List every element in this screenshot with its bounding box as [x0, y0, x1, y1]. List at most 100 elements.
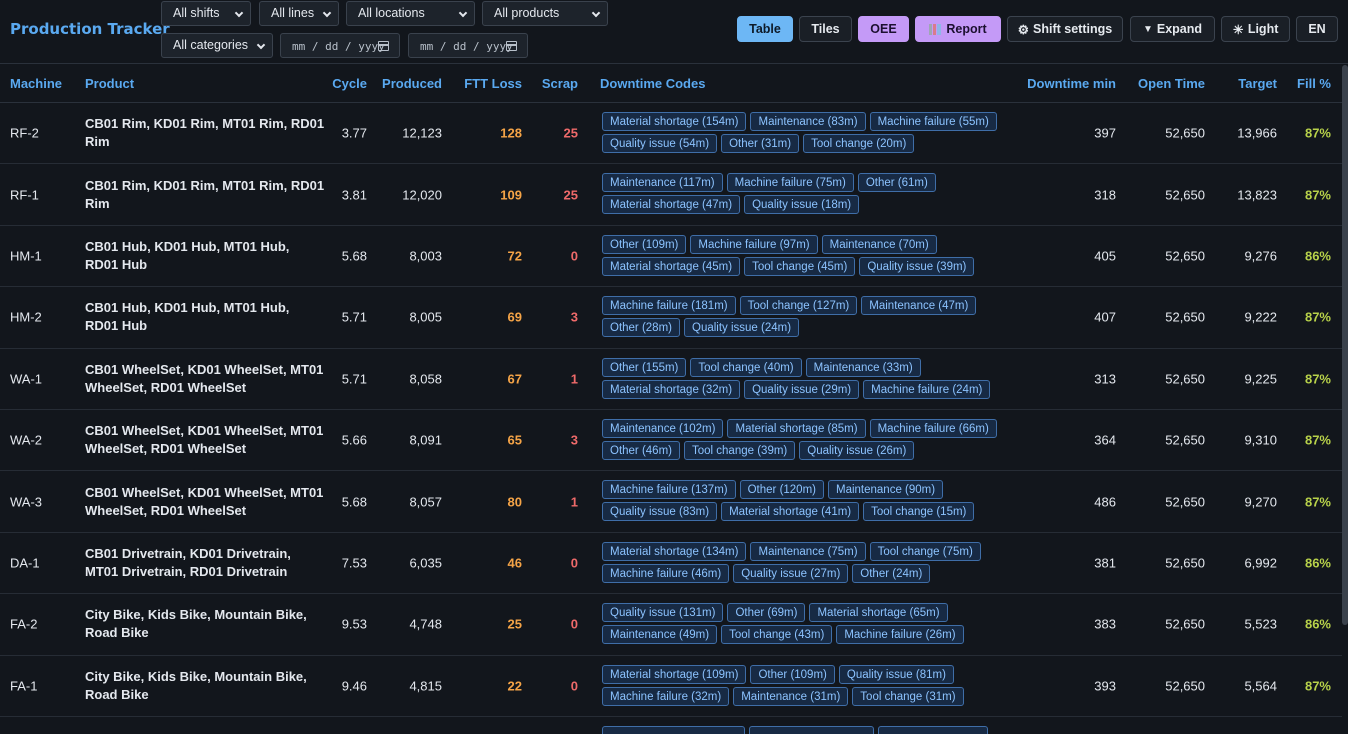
table-row[interactable]: FA-1 City Bike, Kids Bike, Mountain Bike,…: [0, 656, 1342, 717]
downtime-code-tag[interactable]: Material shortage (85m): [727, 418, 866, 438]
downtime-code-tag[interactable]: Maintenance (31m): [733, 686, 849, 706]
table-row[interactable]: DA-1 CB01 Drivetrain, KD01 Drivetrain, MT…: [0, 533, 1342, 595]
downtime-code-tag[interactable]: Quality issue (39m): [859, 256, 975, 276]
downtime-code-tag[interactable]: Maintenance (75m): [750, 541, 866, 561]
downtime-code-tag[interactable]: Machine failure (26m): [836, 625, 964, 645]
table-row[interactable]: HM-2 CB01 Hub, KD01 Hub, MT01 Hub, RD01 H…: [0, 287, 1342, 349]
downtime-code-tag[interactable]: Quality issue (131m): [602, 603, 724, 623]
downtime-code-tag[interactable]: Quality issue (54m): [602, 134, 718, 153]
downtime-code-tag[interactable]: Material shortage (47m): [602, 195, 741, 215]
shift-filter-select[interactable]: All shifts: [161, 1, 251, 26]
downtime-code-tag[interactable]: Machine failure (75m): [726, 173, 854, 193]
downtime-code-tag[interactable]: Quality issue (29m): [744, 379, 860, 399]
oee-button[interactable]: OEE: [858, 16, 909, 42]
downtime-code-tag[interactable]: Maintenance (49m): [602, 625, 718, 645]
downtime-code-tag[interactable]: Machine failure (66m): [869, 418, 997, 438]
vertical-scrollbar[interactable]: [1342, 65, 1348, 734]
downtime-code-tag[interactable]: Quality issue (27m): [733, 563, 849, 583]
light-theme-button[interactable]: ☀ Light: [1221, 16, 1290, 42]
downtime-code-tag[interactable]: Other (69m): [727, 603, 806, 623]
col-target[interactable]: Target: [1238, 76, 1277, 91]
downtime-code-tag[interactable]: Quality issue (83m): [602, 502, 718, 522]
downtime-code-tag[interactable]: Quality issue (81m): [838, 664, 954, 684]
downtime-code-tag[interactable]: Material shortage (32m): [602, 379, 741, 399]
downtime-code-tag[interactable]: Tool change (39m): [684, 440, 796, 460]
downtime-code-tag[interactable]: Other (61m): [857, 173, 936, 193]
table-row[interactable]: WA-2 CB01 WheelSet, KD01 WheelSet, MT01 W…: [0, 410, 1342, 472]
downtime-code-tag[interactable]: Other (31m): [721, 134, 800, 153]
downtime-code-tag[interactable]: Maintenance (90m): [828, 480, 944, 500]
downtime-code-tag[interactable]: Machine failure (24m): [863, 379, 991, 399]
shift-settings-button[interactable]: ⚙ Shift settings: [1007, 16, 1123, 42]
downtime-code-tag[interactable]: Other (24m): [852, 563, 931, 583]
report-button[interactable]: Report: [915, 16, 1001, 42]
downtime-code-tag[interactable]: Maintenance (47m): [861, 296, 977, 316]
downtime-code-tag[interactable]: Tool change (15m): [863, 502, 975, 522]
downtime-code-tag[interactable]: Tool change (43m): [721, 625, 833, 645]
col-produced[interactable]: Produced: [382, 76, 442, 91]
downtime-code-tag[interactable]: Quality issue (26m): [799, 440, 915, 460]
downtime-code-tag[interactable]: Quality issue (24m): [684, 318, 800, 338]
downtime-code-tag[interactable]: Maintenance (33m): [805, 357, 921, 377]
downtime-code-tag[interactable]: Maintenance (70m): [821, 234, 937, 254]
col-machine[interactable]: Machine: [10, 76, 62, 91]
date-from-input[interactable]: mm / dd / yyyy: [280, 33, 400, 58]
col-product[interactable]: Product: [85, 76, 134, 91]
downtime-code-tag[interactable]: Machine failure (181m): [602, 296, 736, 316]
downtime-code-tag[interactable]: Tool change (127m): [739, 296, 858, 316]
downtime-code-tag[interactable]: Machine failure (32m): [602, 686, 730, 706]
col-downtime-codes[interactable]: Downtime Codes: [600, 76, 705, 91]
downtime-code-tag[interactable]: Other (109m): [750, 664, 835, 684]
location-filter-select[interactable]: All locations: [346, 1, 475, 26]
downtime-code-tag[interactable]: Maintenance (83m): [750, 112, 866, 131]
tiles-view-button[interactable]: Tiles: [799, 16, 852, 42]
category-filter-select[interactable]: All categories: [161, 33, 273, 58]
product-filter-select[interactable]: All products: [482, 1, 608, 26]
col-ftt-loss[interactable]: FTT Loss: [464, 76, 522, 91]
downtime-code-tag[interactable]: Machine failure (137m): [602, 480, 736, 500]
downtime-code-tag[interactable]: Tool change (40m): [690, 357, 802, 377]
downtime-code-tag[interactable]: Other (155m): [602, 357, 687, 377]
language-button[interactable]: EN: [1296, 16, 1338, 42]
downtime-code-tag[interactable]: Maintenance (117m): [602, 173, 723, 193]
date-to-input[interactable]: mm / dd / yyyy: [408, 33, 528, 58]
col-downtime-min[interactable]: Downtime min: [1027, 76, 1116, 91]
downtime-code-tag[interactable]: Other (120m): [739, 480, 824, 500]
col-cycle[interactable]: Cycle: [332, 76, 367, 91]
ftt-loss-cell: 22: [507, 678, 522, 694]
line-filter-select[interactable]: All lines: [259, 1, 339, 26]
downtime-code-tag[interactable]: Material shortage (65m): [809, 603, 948, 623]
downtime-code-tag[interactable]: Material shortage (154m): [602, 112, 747, 131]
downtime-code-tag[interactable]: Quality issue (18m): [744, 195, 860, 215]
downtime-code-tag[interactable]: Tool change (45m): [744, 256, 856, 276]
downtime-code-tag[interactable]: Material shortage (109m): [602, 664, 747, 684]
col-scrap[interactable]: Scrap: [542, 76, 578, 91]
scrollbar-thumb[interactable]: [1342, 65, 1348, 625]
downtime-min-cell: 486: [1094, 494, 1116, 510]
downtime-code-tag[interactable]: Other (109m): [602, 234, 687, 254]
table-row[interactable]: WA-1 CB01 WheelSet, KD01 WheelSet, MT01 W…: [0, 349, 1342, 410]
downtime-code-tag[interactable]: Material shortage (134m): [602, 541, 747, 561]
table-row[interactable]: RF-2 CB01 Rim, KD01 Rim, MT01 Rim, RD01 R…: [0, 103, 1342, 165]
calendar-icon[interactable]: [378, 41, 389, 51]
col-fill[interactable]: Fill %: [1297, 76, 1331, 91]
downtime-code-tag[interactable]: Machine failure (97m): [690, 234, 818, 254]
col-open-time[interactable]: Open Time: [1138, 76, 1205, 91]
downtime-code-tag[interactable]: Maintenance (102m): [602, 418, 724, 438]
downtime-code-tag[interactable]: Tool change (31m): [852, 686, 964, 706]
calendar-icon[interactable]: [506, 41, 517, 51]
table-row[interactable]: WA-3 CB01 WheelSet, KD01 WheelSet, MT01 W…: [0, 471, 1342, 533]
table-row[interactable]: FA-2 City Bike, Kids Bike, Mountain Bike,…: [0, 594, 1342, 656]
table-view-button[interactable]: Table: [737, 16, 793, 42]
table-row[interactable]: HM-1 CB01 Hub, KD01 Hub, MT01 Hub, RD01 H…: [0, 226, 1342, 288]
downtime-code-tag[interactable]: Tool change (75m): [869, 541, 981, 561]
expand-button[interactable]: ▼ Expand: [1130, 16, 1215, 42]
downtime-code-tag[interactable]: Machine failure (46m): [602, 563, 730, 583]
table-row[interactable]: RF-1 CB01 Rim, KD01 Rim, MT01 Rim, RD01 R…: [0, 164, 1342, 226]
downtime-code-tag[interactable]: Material shortage (45m): [602, 256, 741, 276]
downtime-code-tag[interactable]: Tool change (20m): [803, 134, 915, 153]
downtime-code-tag[interactable]: Other (46m): [602, 440, 680, 460]
downtime-code-tag[interactable]: Material shortage (41m): [721, 502, 860, 522]
downtime-code-tag[interactable]: Other (28m): [602, 318, 680, 338]
downtime-code-tag[interactable]: Machine failure (55m): [869, 112, 997, 131]
